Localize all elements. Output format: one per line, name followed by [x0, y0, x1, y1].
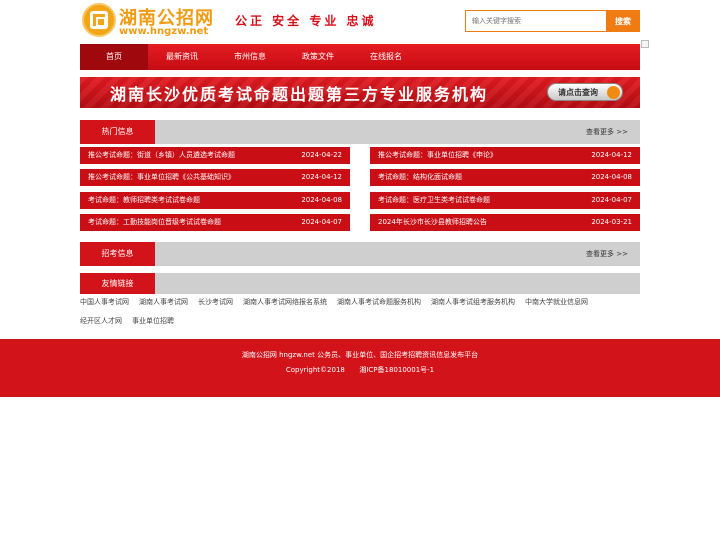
logo-url: www.hngzw.net	[119, 26, 209, 37]
news-title: 推公考试命题：事业单位招聘《公共基础知识》	[88, 173, 235, 181]
footer-description: 湖南公招网 hngzw.net 公务员、事业单位、国企招考招聘资讯信息发布平台	[241, 351, 479, 359]
arrow-circle-icon	[607, 86, 620, 99]
recruit-info-title[interactable]: 招考信息	[80, 242, 155, 266]
friend-link[interactable]: 事业单位招聘	[132, 316, 174, 326]
news-date: 2024-04-07	[301, 218, 342, 226]
hot-info-more-link[interactable]: 查看更多 >>	[586, 120, 628, 144]
site-logo[interactable]: 湖南公招网 www.hngzw.net	[82, 3, 213, 37]
hot-info-header: 热门信息 查看更多 >>	[80, 120, 640, 144]
friend-link[interactable]: 湖南人事考试组考服务机构	[431, 297, 515, 307]
news-item[interactable]: 推公考试命题：事业单位招聘《公共基础知识》 2024-04-12	[80, 169, 350, 186]
nav-item-latest-news[interactable]: 最新资讯	[148, 44, 216, 70]
nav-item-online-register[interactable]: 在线报名	[352, 44, 420, 70]
promo-banner[interactable]: 湖南长沙优质考试命题出题第三方专业服务机构 请点击查询	[80, 77, 640, 108]
recruit-info-header: 招考信息 查看更多 >>	[80, 242, 640, 266]
news-title: 考试命题：结构化面试命题	[378, 173, 462, 181]
logo-emblem-icon	[82, 3, 116, 37]
search-input[interactable]	[465, 10, 607, 32]
news-date: 2024-04-12	[301, 173, 342, 181]
nav-item-home[interactable]: 首页	[80, 44, 148, 70]
nav-item-policy[interactable]: 政策文件	[284, 44, 352, 70]
banner-query-button[interactable]: 请点击查询	[547, 83, 623, 101]
site-footer: 湖南公招网 hngzw.net 公务员、事业单位、国企招考招聘资讯信息发布平台 …	[0, 339, 720, 397]
news-date: 2024-04-08	[591, 173, 632, 181]
friend-link[interactable]: 中南大学就业信息网	[525, 297, 588, 307]
site-slogan: 公正 安全 专业 忠诚	[235, 14, 377, 28]
news-item[interactable]: 考试命题：结构化面试命题 2024-04-08	[370, 169, 640, 186]
news-date: 2024-04-12	[591, 151, 632, 159]
friend-link[interactable]: 中国人事考试网	[80, 297, 129, 307]
news-title: 推公考试命题：街道（乡镇）人员遴选考试命题	[88, 151, 235, 159]
news-item[interactable]: 考试命题：医疗卫生类考试试卷命题 2024-04-07	[370, 192, 640, 209]
footer-copyright: Copyright©2018	[285, 366, 345, 374]
news-date: 2024-03-21	[591, 218, 632, 226]
news-title: 考试命题：教师招聘类考试试卷命题	[88, 196, 200, 204]
recruit-info-more-link[interactable]: 查看更多 >>	[586, 242, 628, 266]
news-date: 2024-04-08	[301, 196, 342, 204]
friend-links-header: 友情链接	[80, 273, 640, 294]
news-title: 2024年长沙市长沙县教师招聘公告	[378, 218, 487, 226]
news-item[interactable]: 推公考试命题：事业单位招聘《申论》 2024-04-12	[370, 147, 640, 164]
friend-link[interactable]: 湖南人事考试网	[139, 297, 188, 307]
friend-links-title: 友情链接	[80, 273, 155, 294]
search-button[interactable]: 搜索	[606, 10, 640, 32]
friend-link[interactable]: 湖南人事考试命题服务机构	[337, 297, 421, 307]
nav-item-city-info[interactable]: 市州信息	[216, 44, 284, 70]
banner-button-label: 请点击查询	[558, 88, 598, 97]
news-title: 考试命题：工勤技能岗位晋级考试试卷命题	[88, 218, 221, 226]
news-date: 2024-04-22	[301, 151, 342, 159]
news-title: 推公考试命题：事业单位招聘《申论》	[378, 151, 497, 159]
hot-info-title[interactable]: 热门信息	[80, 120, 155, 144]
friend-link[interactable]: 经开区人才网	[80, 316, 122, 326]
news-item[interactable]: 考试命题：教师招聘类考试试卷命题 2024-04-08	[80, 192, 350, 209]
news-item[interactable]: 考试命题：工勤技能岗位晋级考试试卷命题 2024-04-07	[80, 214, 350, 231]
site-header: 湖南公招网 www.hngzw.net 公正 安全 专业 忠诚 搜索	[80, 0, 640, 44]
footer-icp-link[interactable]: 湘ICP备18010001号-1	[359, 366, 434, 374]
friend-link[interactable]: 湖南人事考试网络报名系统	[243, 297, 327, 307]
main-nav: 首页 最新资讯 市州信息 政策文件 在线报名	[80, 44, 640, 70]
search-bar: 搜索	[465, 10, 640, 32]
news-item[interactable]: 推公考试命题：街道（乡镇）人员遴选考试命题 2024-04-22	[80, 147, 350, 164]
news-item[interactable]: 2024年长沙市长沙县教师招聘公告 2024-03-21	[370, 214, 640, 231]
news-title: 考试命题：医疗卫生类考试试卷命题	[378, 196, 490, 204]
banner-headline: 湖南长沙优质考试命题出题第三方专业服务机构	[110, 85, 489, 104]
footer-legal: Copyright©2018 湘ICP备18010001号-1	[0, 365, 720, 375]
friend-link[interactable]: 长沙考试网	[198, 297, 233, 307]
news-date: 2024-04-07	[591, 196, 632, 204]
broken-image-icon	[641, 40, 649, 48]
